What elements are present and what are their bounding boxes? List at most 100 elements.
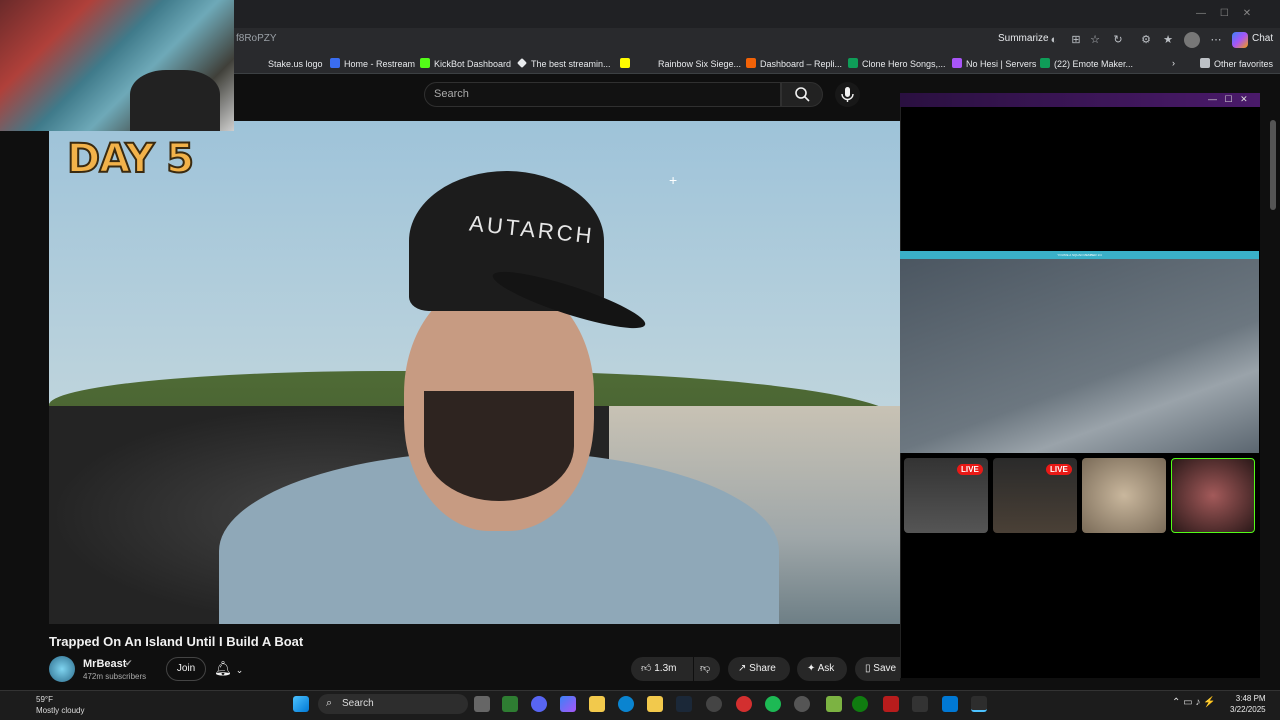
pip-title-bar[interactable] [900,93,1260,107]
weather-temp: 59°F [36,695,53,704]
chevron-down-icon: ⌄ [235,665,244,675]
video-title: Trapped On An Island Until I Build A Boa… [49,634,304,649]
search-placeholder: Search [434,88,469,100]
clock-date: 3/22/2025 [1230,705,1266,714]
store-icon[interactable] [647,696,663,712]
spotify-icon[interactable] [765,696,781,712]
windows-start-icon[interactable] [293,696,309,712]
discord-icon[interactable] [531,696,547,712]
task-view-icon[interactable] [474,696,490,712]
r6-icon [644,58,654,68]
app-icon[interactable] [706,696,722,712]
nohesi-icon [952,58,962,68]
pip-game-stream[interactable] [900,251,1259,453]
clock-time: 3:48 PM [1235,694,1266,703]
bookmark-item[interactable]: Home - Restream [330,58,415,69]
tray-icons[interactable]: ⌃ ▭ ♪ ⚡ [1172,697,1216,708]
chevron-right-icon[interactable]: › [1172,58,1175,68]
app-icon[interactable] [912,696,928,712]
other-favorites[interactable]: Other favorites [1200,58,1273,69]
window-controls[interactable]: — ☐ ✕ [1196,8,1251,19]
ask-button[interactable]: ✦ Ask [797,657,847,681]
app-icon[interactable] [794,696,810,712]
favorites-icon[interactable]: ★ [1160,32,1176,48]
url-text[interactable]: f8RoPZY [236,33,277,44]
summarize-button[interactable]: Summarize [998,33,1049,44]
search-icon [795,87,810,102]
app-icon[interactable] [826,696,842,712]
copilot-taskbar-icon[interactable] [560,696,576,712]
stream-thumbnail[interactable] [1082,458,1166,533]
kickbot-icon [420,58,430,68]
bookmark-item[interactable]: Clone Hero Songs,... [848,58,946,69]
extensions-icon[interactable]: ⚙ [1138,32,1154,48]
bell-icon: 🔔︎ [214,660,232,676]
bookmark-item[interactable] [620,58,634,69]
steam-icon[interactable] [676,696,692,712]
bookmark-item[interactable]: No Hesi | Servers [952,58,1036,69]
like-button[interactable]: 👍︎ 1.3m [631,657,693,681]
folder-icon [1200,58,1210,68]
more-menu-icon[interactable]: ⋯ [1208,32,1224,48]
copilot-icon[interactable] [1232,32,1248,48]
sparkle-icon: ✦ [807,663,816,674]
taskbar-clock[interactable]: 3:48 PM 3/22/2025 [1230,693,1266,715]
bookmark-item[interactable]: Dashboard – Repli... [746,58,842,69]
weather-desc: Mostly cloudy [36,706,85,715]
microphone-icon [841,87,854,102]
pip-game-header: YOU'RE A SQUAD MEMBER 1/4 [900,251,1259,259]
bookmark-icon: ▯ [865,663,871,674]
pip-window-controls[interactable]: — ☐ ✕ [1208,94,1248,105]
search-icon: ⌕ [326,697,333,709]
join-button[interactable]: Join [166,657,206,681]
windows-taskbar [0,690,1280,720]
bookmark-item[interactable]: (22) Emote Maker... [1040,58,1133,69]
weather-widget[interactable]: 59°F Mostly cloudy [36,694,84,716]
restream-icon [330,58,340,68]
thumbs-up-icon: 👍︎ [641,663,652,674]
search-input[interactable] [424,82,781,107]
copilot-summarize-icon[interactable]: ◐ [1046,32,1062,48]
save-button[interactable]: ▯ Save [855,657,900,681]
taskbar-search-box[interactable] [318,694,468,714]
voice-search-button[interactable] [835,82,860,107]
emote-icon [1040,58,1050,68]
bookmark-item[interactable]: KickBot Dashboard [420,58,511,69]
verified-icon: ✔ [125,658,133,668]
app-icon[interactable] [883,696,899,712]
xbox-icon[interactable] [852,696,868,712]
favorite-star-icon[interactable]: ☆ [1087,32,1103,48]
share-icon: ↗ [738,663,747,674]
day-overlay-text: DAY 5 [66,135,195,183]
stream-thumbnail-selected[interactable] [1171,458,1255,533]
replit-icon [746,58,756,68]
edge-icon[interactable] [618,696,634,712]
bookmark-item[interactable]: The best streamin... [517,58,611,69]
app-icon[interactable] [502,696,518,712]
scrollbar[interactable] [1270,120,1276,210]
bookmark-item[interactable]: Rainbow Six Siege... [644,58,741,69]
bookmark-item[interactable]: Stake.us logo [254,58,323,69]
dislike-button[interactable]: 👎︎ [694,657,720,681]
chat-button[interactable]: Chat [1252,33,1273,44]
file-explorer-icon[interactable] [589,696,605,712]
share-button[interactable]: ↗ Share [728,657,790,681]
diamond-icon [517,58,527,68]
search-button[interactable] [781,82,823,107]
obs-icon[interactable] [736,696,752,712]
app-icon[interactable] [942,696,958,712]
app-icon[interactable] [971,696,987,712]
channel-avatar[interactable] [49,656,75,682]
channel-name[interactable]: MrBeast [83,658,126,670]
profile-avatar[interactable] [1184,32,1200,48]
live-badge: LIVE [957,464,983,475]
notification-bell-button[interactable]: 🔔︎ ⌄ [214,660,243,677]
video-player[interactable]: AUTARCH [49,121,900,624]
taskbar-search-label: Search [342,698,374,709]
cursor-crosshair-icon: + [669,172,678,188]
apps-icon[interactable]: ⊞ [1068,32,1084,48]
video-person-beard [424,391,574,501]
thumbs-down-icon: 👎︎ [700,663,711,674]
refresh-icon[interactable]: ↻ [1110,32,1126,48]
snapchat-icon [620,58,630,68]
